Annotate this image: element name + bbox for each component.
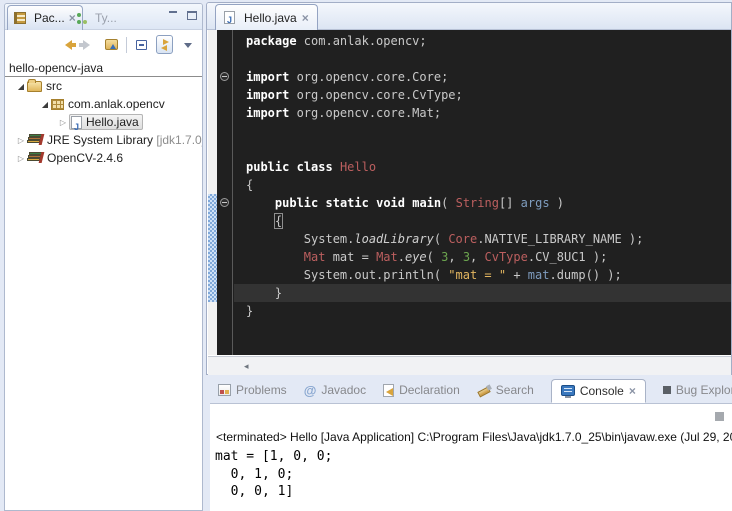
tree-item-label: JRE System Library [47, 133, 156, 147]
console-icon [561, 385, 575, 396]
package-explorer-panel: Pac... Ty... hello-opencv-java ◢ src ◢ com.a… [4, 3, 203, 511]
code-line[interactable]: import org.opencv.core.Core; [246, 68, 731, 86]
collapse-arrow-icon[interactable]: ◢ [39, 96, 51, 113]
collapse-arrow-icon[interactable]: ◢ [15, 78, 27, 95]
code-line[interactable]: import org.opencv.core.CvType; [246, 86, 731, 104]
tab-label: Search [496, 383, 534, 397]
editor-area: Hello.java package com.anlak.opencv; impo… [206, 2, 732, 375]
package-explorer-header: Pac... Ty... [5, 4, 202, 30]
tree-item-decorator: [jdk1.7.0_25] [156, 133, 202, 147]
folder-icon [27, 81, 42, 92]
java-file-icon [71, 116, 82, 129]
tree-item-label: Hello.java [86, 115, 139, 129]
problems-icon [218, 384, 231, 396]
java-file-icon [224, 11, 235, 24]
collapse-all-icon[interactable] [133, 35, 150, 54]
package-icon [51, 99, 64, 110]
fold-ruler[interactable] [217, 30, 233, 355]
code-line[interactable] [246, 50, 731, 68]
console-output[interactable]: mat = [1, 0, 0; 0, 1, 0; 0, 0, 1] [215, 448, 332, 501]
link-with-editor-icon[interactable] [156, 35, 173, 54]
declaration-icon [383, 384, 394, 397]
bottom-tabbar: Problems Javadoc Declaration Search Console B… [210, 377, 732, 404]
tree-item-jre-system-library[interactable]: ▷ JRE System Library [jdk1.7.0_25] [5, 131, 202, 149]
bug-icon [663, 386, 671, 394]
package-explorer-icon [14, 12, 26, 24]
tab-type-hierarchy[interactable]: Ty... [69, 5, 123, 30]
code-area[interactable]: package com.anlak.opencv; import org.open… [234, 30, 731, 355]
tab-declaration[interactable]: Declaration [383, 383, 460, 397]
javadoc-icon [304, 383, 317, 398]
tree-item-label: OpenCV-2.4.6 [47, 151, 123, 165]
toolbar-separator [126, 37, 127, 53]
horizontal-scrollbar[interactable] [208, 356, 731, 375]
console-status-line: <terminated> Hello [Java Application] C:… [216, 430, 732, 444]
tab-hello-java[interactable]: Hello.java [215, 4, 318, 30]
library-icon [27, 152, 43, 165]
code-line[interactable]: Mat mat = Mat.eye( 3, 3, CvType.CV_8UC1 … [246, 248, 731, 266]
code-line[interactable]: System.out.println( "mat = " + mat.dump(… [246, 266, 731, 284]
view-menu-icon[interactable] [179, 35, 196, 54]
editor-tab-label: Hello.java [244, 11, 297, 25]
tree-item-com-anlak-opencv[interactable]: ◢ com.anlak.opencv [5, 95, 202, 113]
tab-label: Console [580, 384, 624, 398]
tab-javadoc[interactable]: Javadoc [304, 383, 366, 398]
scroll-left-icon[interactable] [244, 361, 249, 372]
fold-collapse-icon[interactable] [220, 72, 229, 81]
search-icon [477, 384, 491, 397]
tree-item-hello-opencv-java[interactable]: hello-opencv-java [5, 59, 202, 77]
range-indicator [208, 194, 217, 302]
tree-item-src[interactable]: ◢ src [5, 77, 202, 95]
code-line[interactable] [246, 122, 731, 140]
bottom-view-panel: Problems Javadoc Declaration Search Console B… [210, 377, 732, 511]
selected-tree-item: Hello.java [69, 114, 143, 130]
code-line[interactable]: { [246, 176, 731, 194]
tree-item-hello-java[interactable]: ▷ Hello.java [5, 113, 202, 131]
tree-item-label: com.anlak.opencv [68, 97, 165, 111]
code-line[interactable]: System.loadLibrary( Core.NATIVE_LIBRARY_… [246, 230, 731, 248]
code-line[interactable]: public class Hello [246, 158, 731, 176]
fold-collapse-icon[interactable] [220, 198, 229, 207]
tab-package-explorer-label: Pac... [34, 11, 65, 25]
tab-label: Bug Explorer [676, 383, 732, 397]
annotation-ruler[interactable] [208, 30, 217, 355]
code-line[interactable]: import org.opencv.core.Mat; [246, 104, 731, 122]
tab-type-hierarchy-label: Ty... [95, 11, 117, 25]
library-icon [27, 134, 43, 147]
minimize-icon[interactable] [168, 11, 179, 20]
code-line[interactable]: } [246, 302, 731, 320]
code-line[interactable]: { [246, 212, 731, 230]
close-icon[interactable] [302, 11, 309, 25]
tab-problems[interactable]: Problems [218, 383, 287, 397]
tab-label: Problems [236, 383, 287, 397]
tab-label: Javadoc [321, 383, 366, 397]
tree-item-label: src [46, 79, 62, 93]
expand-arrow-icon[interactable]: ▷ [15, 150, 27, 167]
console-toolbar-icon[interactable] [715, 412, 724, 421]
editor-body: package com.anlak.opencv; import org.open… [208, 30, 731, 355]
expand-arrow-icon[interactable]: ▷ [57, 114, 69, 131]
tab-search[interactable]: Search [477, 383, 534, 397]
close-icon[interactable] [629, 384, 636, 398]
code-line[interactable]: package com.anlak.opencv; [246, 32, 731, 50]
type-hierarchy-icon [75, 12, 87, 24]
project-tree: hello-opencv-java ◢ src ◢ com.anlak.opencv ▷ H… [5, 59, 202, 510]
console-view: <terminated> Hello [Java Application] C:… [210, 404, 732, 511]
code-line[interactable]: } [234, 284, 731, 302]
forward-icon[interactable] [80, 35, 97, 54]
tab-label: Declaration [399, 383, 460, 397]
tab-bug-explorer[interactable]: Bug Explorer [663, 383, 732, 397]
up-icon[interactable] [103, 35, 120, 54]
editor-tabbar: Hello.java [207, 3, 731, 30]
tree-item-opencv-2-4-6[interactable]: ▷ OpenCV-2.4.6 [5, 149, 202, 167]
maximize-icon[interactable] [187, 11, 197, 20]
back-icon[interactable] [57, 35, 74, 54]
code-line[interactable] [246, 140, 731, 158]
expand-arrow-icon[interactable]: ▷ [15, 132, 27, 149]
package-explorer-toolbar [5, 32, 202, 57]
code-line[interactable]: public static void main( String[] args ) [246, 194, 731, 212]
tree-item-label: hello-opencv-java [9, 61, 103, 75]
tab-console[interactable]: Console [551, 379, 646, 403]
